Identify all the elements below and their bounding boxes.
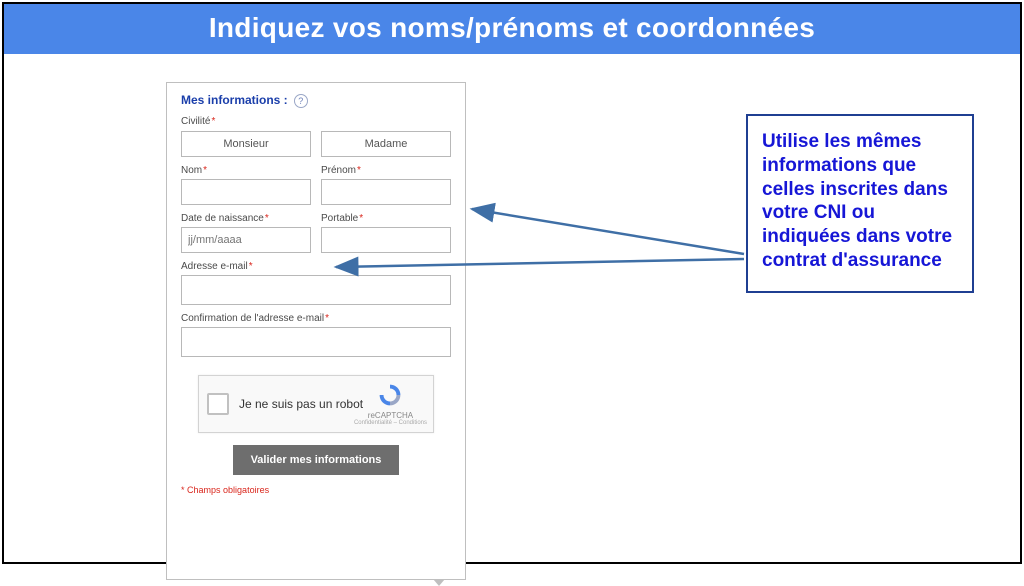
recaptcha-brand: reCAPTCHA [354, 411, 427, 420]
content-area: Mes informations : ? Civilité* Monsieur … [4, 54, 1020, 562]
civility-monsieur-button[interactable]: Monsieur [181, 131, 311, 157]
nom-label: Nom* [181, 165, 311, 176]
email-confirm-input[interactable] [181, 327, 451, 357]
civility-madame-button[interactable]: Madame [321, 131, 451, 157]
email-input[interactable] [181, 275, 451, 305]
portable-label: Portable* [321, 213, 451, 224]
email-label: Adresse e-mail* [181, 261, 451, 272]
help-icon[interactable]: ? [294, 94, 308, 108]
arrow-to-prenom [472, 209, 744, 254]
civility-label: Civilité* [181, 116, 451, 127]
required-asterisk: * [211, 116, 215, 127]
section-header: Mes informations : ? [181, 93, 451, 108]
form-panel: Mes informations : ? Civilité* Monsieur … [166, 82, 466, 580]
section-title: Mes informations : [181, 93, 288, 107]
prenom-label: Prénom* [321, 165, 451, 176]
dob-input[interactable] [181, 227, 311, 253]
dob-label: Date de naissance* [181, 213, 311, 224]
prenom-input[interactable] [321, 179, 451, 205]
nom-input[interactable] [181, 179, 311, 205]
civility-group: Monsieur Madame [181, 131, 451, 157]
mandatory-note: * Champs obligatoires [181, 485, 451, 495]
instruction-callout: Utilise les mêmes informations que celle… [746, 114, 974, 293]
portable-input[interactable] [321, 227, 451, 253]
page-title-banner: Indiquez vos noms/prénoms et coordonnées [4, 4, 1020, 54]
email-confirm-label: Confirmation de l'adresse e-mail* [181, 313, 451, 324]
page-title: Indiquez vos noms/prénoms et coordonnées [209, 12, 815, 43]
submit-button[interactable]: Valider mes informations [233, 445, 400, 475]
recaptcha-terms: Confidentialité – Conditions [354, 420, 427, 426]
recaptcha-branding: reCAPTCHA Confidentialité – Conditions [354, 382, 427, 426]
recaptcha-checkbox[interactable] [207, 393, 229, 415]
slide-frame: Indiquez vos noms/prénoms et coordonnées… [2, 2, 1022, 564]
name-row: Nom* Prénom* [181, 157, 451, 205]
recaptcha-label: Je ne suis pas un robot [239, 397, 363, 411]
recaptcha-icon [377, 382, 403, 408]
recaptcha-widget[interactable]: Je ne suis pas un robot reCAPTCHA Confid… [198, 375, 434, 433]
callout-text: Utilise les mêmes informations que celle… [762, 130, 958, 273]
dob-phone-row: Date de naissance* Portable* [181, 205, 451, 253]
